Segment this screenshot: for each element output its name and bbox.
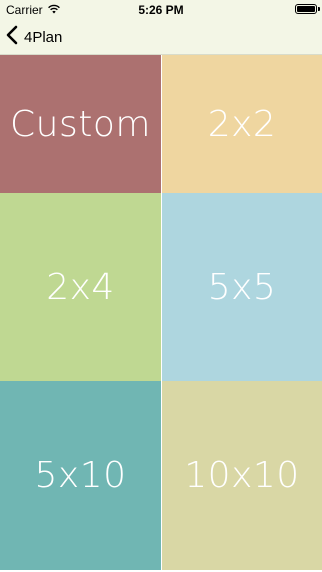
tile-label: 5x5 xyxy=(207,266,277,308)
battery-icon xyxy=(295,4,320,14)
tile-label: 2x4 xyxy=(46,266,115,308)
tile-label: 2x2 xyxy=(207,103,277,145)
navigation-bar: 4Plan xyxy=(0,20,322,55)
tile-custom[interactable]: Custom xyxy=(0,55,161,193)
tile-10x10[interactable]: 10x10 xyxy=(161,381,322,570)
tile-5x10[interactable]: 5x10 xyxy=(0,381,161,570)
tile-5x5[interactable]: 5x5 xyxy=(161,193,322,381)
plan-size-grid: Custom 2x2 2x4 5x5 5x10 10x10 xyxy=(0,55,322,570)
status-bar: Carrier 5:26 PM xyxy=(0,0,322,20)
tile-label: 10x10 xyxy=(184,455,300,496)
tile-label: Custom xyxy=(10,103,151,145)
tile-2x2[interactable]: 2x2 xyxy=(161,55,322,193)
status-time: 5:26 PM xyxy=(138,3,184,17)
tile-2x4[interactable]: 2x4 xyxy=(0,193,161,381)
back-label: 4Plan xyxy=(24,28,63,46)
tile-label: 5x10 xyxy=(34,455,127,496)
back-button[interactable]: 4Plan xyxy=(6,25,62,49)
chevron-left-icon xyxy=(6,25,18,49)
